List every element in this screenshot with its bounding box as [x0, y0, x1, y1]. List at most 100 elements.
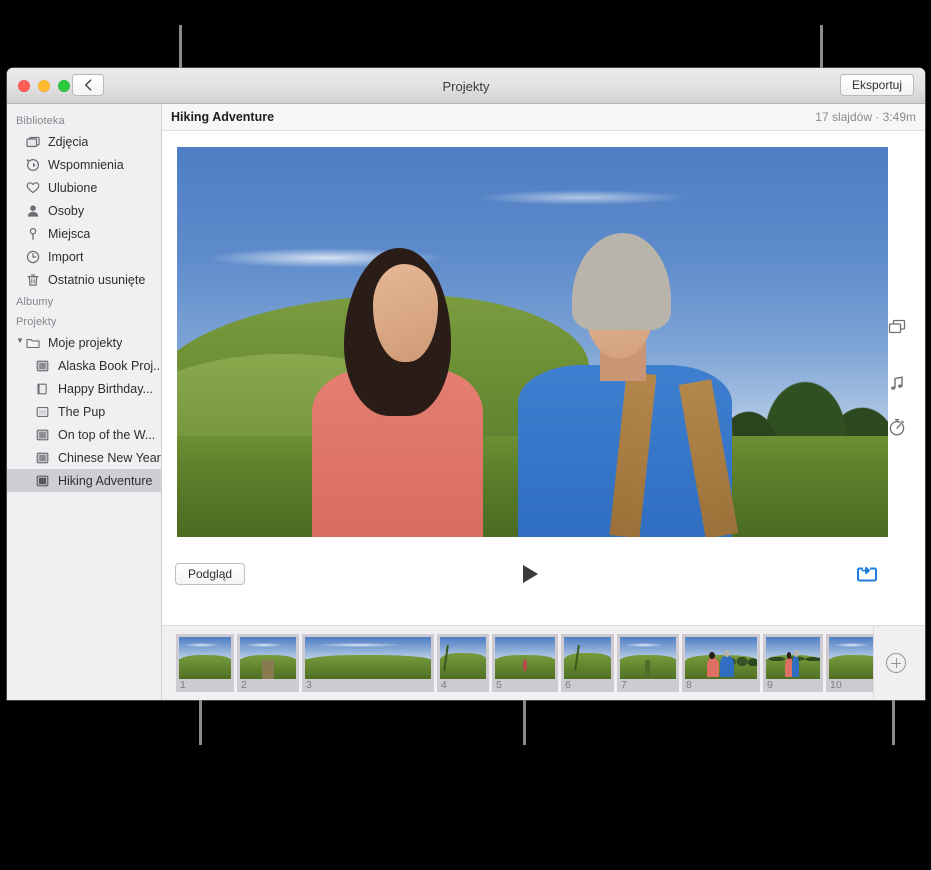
slide-number: 7	[621, 679, 627, 691]
page-title: Hiking Adventure	[171, 110, 275, 124]
sidebar-item-import[interactable]: Import	[7, 245, 161, 268]
person-icon	[25, 203, 40, 218]
sidebar-item-miejsca[interactable]: Miejsca	[7, 222, 161, 245]
window-title: Projekty	[442, 78, 490, 94]
sidebar-row-moje-projekty[interactable]: ▼ Moje projekty	[7, 331, 161, 354]
list-item[interactable]: 9	[763, 634, 823, 692]
sidebar-item-label: On top of the W...	[58, 427, 156, 442]
themes-icon[interactable]	[883, 313, 911, 341]
disclosure-triangle-icon[interactable]: ▼	[16, 336, 24, 345]
photos-app-window: Projekty Eksportuj Biblioteka Zdjęcia Ws…	[7, 68, 925, 700]
sidebar-item-wspomnienia[interactable]: Wspomnienia	[7, 153, 161, 176]
slideshow-tools	[877, 131, 917, 553]
sidebar-item-ostatnio-usuniete[interactable]: Ostatnio usunięte	[7, 268, 161, 291]
plus-icon	[885, 653, 906, 673]
slide-number: 6	[565, 679, 571, 691]
sidebar-item-alaska-book-project[interactable]: Alaska Book Proj...	[7, 354, 161, 377]
sidebar-item-label: Zdjęcia	[48, 134, 89, 149]
sidebar-group-albumy: Albumy	[16, 296, 54, 308]
project-header: Hiking Adventure 17 slajdów · 3:49m	[162, 104, 925, 131]
slide-preview-area	[162, 131, 925, 553]
play-button[interactable]	[518, 562, 542, 586]
window-titlebar: Projekty Eksportuj	[7, 68, 925, 104]
clock-icon	[25, 249, 40, 264]
sidebar-item-osoby[interactable]: Osoby	[7, 199, 161, 222]
sidebar[interactable]: Biblioteka Zdjęcia Wspomnienia Ulubione …	[7, 104, 162, 700]
folder-icon	[25, 335, 40, 350]
filmstrip-scroller[interactable]: 1 2 3 4 5 6 7 8 9 10	[162, 626, 884, 700]
calendar-icon	[35, 404, 50, 419]
book-icon	[35, 358, 50, 373]
book-icon	[35, 450, 50, 465]
slide-thumbnail[interactable]	[766, 637, 820, 679]
sidebar-item-label: Hiking Adventure	[58, 473, 153, 488]
share-button[interactable]	[856, 563, 878, 585]
slide-thumbnail[interactable]	[495, 637, 555, 679]
playback-controls: Podgląd	[162, 553, 925, 607]
sidebar-item-ulubione[interactable]: Ulubione	[7, 176, 161, 199]
slide-thumbnail[interactable]	[179, 637, 231, 679]
slide-thumbnail[interactable]	[240, 637, 296, 679]
sidebar-item-label: Import	[48, 249, 84, 264]
trash-icon	[25, 272, 40, 287]
play-icon	[523, 565, 538, 583]
sidebar-item-zdjecia[interactable]: Zdjęcia	[7, 130, 161, 153]
sidebar-item-label: Ulubione	[48, 180, 98, 195]
sidebar-item-on-top-of-the-world[interactable]: On top of the W...	[7, 423, 161, 446]
sidebar-item-label: The Pup	[58, 404, 106, 419]
export-button[interactable]: Eksportuj	[839, 74, 914, 96]
screenshot-root: Projekty Eksportuj Biblioteka Zdjęcia Ws…	[0, 0, 931, 870]
slide-thumbnail[interactable]	[685, 637, 757, 679]
list-item[interactable]: 2	[237, 634, 299, 692]
slide-number: 9	[767, 679, 773, 691]
heart-icon	[25, 180, 40, 195]
slide-preview-image[interactable]	[177, 147, 888, 537]
slide-number: 5	[496, 679, 502, 691]
sidebar-item-the-pup[interactable]: The Pup	[7, 400, 161, 423]
sidebar-item-hiking-adventure[interactable]: Hiking Adventure	[7, 469, 161, 492]
sidebar-item-chinese-new-year[interactable]: Chinese New Year	[7, 446, 161, 469]
slide-number: 1	[180, 679, 186, 691]
list-item[interactable]: 6	[561, 634, 614, 692]
memories-icon	[25, 157, 40, 172]
sidebar-item-label: Happy Birthday...	[58, 381, 153, 396]
duration-icon[interactable]	[883, 413, 911, 441]
person-left-face	[372, 264, 438, 362]
slide-thumbnail[interactable]	[440, 637, 486, 679]
main-pane: Hiking Adventure 17 slajdów · 3:49m Podg…	[162, 104, 925, 700]
slide-thumbnail[interactable]	[305, 637, 431, 679]
slideshow-icon	[35, 473, 50, 488]
slide-number: 3	[306, 679, 312, 691]
filmstrip[interactable]: 1 2 3 4 5 6 7 8 9 10	[162, 625, 925, 700]
slide-count-duration: 17 slajdów · 3:49m	[815, 110, 916, 124]
pin-icon	[25, 226, 40, 241]
sidebar-group-biblioteka: Biblioteka	[16, 115, 65, 127]
book-icon	[35, 427, 50, 442]
list-item[interactable]: 1	[176, 634, 234, 692]
slide-thumbnail[interactable]	[564, 637, 611, 679]
slide-number: 2	[241, 679, 247, 691]
sidebar-item-moje-projekty[interactable]: Moje projekty	[7, 331, 161, 354]
slide-number: 8	[686, 679, 692, 691]
sidebar-item-label: Miejsca	[48, 226, 91, 241]
sidebar-item-label: Moje projekty	[48, 335, 123, 350]
list-item[interactable]: 3	[302, 634, 434, 692]
sidebar-item-label: Ostatnio usunięte	[48, 272, 146, 287]
sidebar-item-happy-birthday[interactable]: Happy Birthday...	[7, 377, 161, 400]
slide-thumbnail[interactable]	[620, 637, 676, 679]
list-item[interactable]: 7	[617, 634, 679, 692]
photos-icon	[25, 134, 40, 149]
slide-number: 4	[441, 679, 447, 691]
list-item[interactable]: 4	[437, 634, 489, 692]
music-icon[interactable]	[883, 370, 911, 398]
sidebar-item-label: Chinese New Year	[58, 450, 161, 465]
list-item[interactable]: 5	[492, 634, 558, 692]
share-icon	[857, 566, 877, 582]
list-item[interactable]: 8	[682, 634, 760, 692]
add-slides-button[interactable]	[873, 626, 917, 700]
cloud-layer	[475, 189, 689, 206]
sidebar-item-label: Osoby	[48, 203, 85, 218]
sidebar-item-label: Alaska Book Proj...	[58, 358, 161, 373]
sidebar-group-projekty: Projekty	[16, 316, 57, 328]
preview-button[interactable]: Podgląd	[175, 563, 246, 585]
